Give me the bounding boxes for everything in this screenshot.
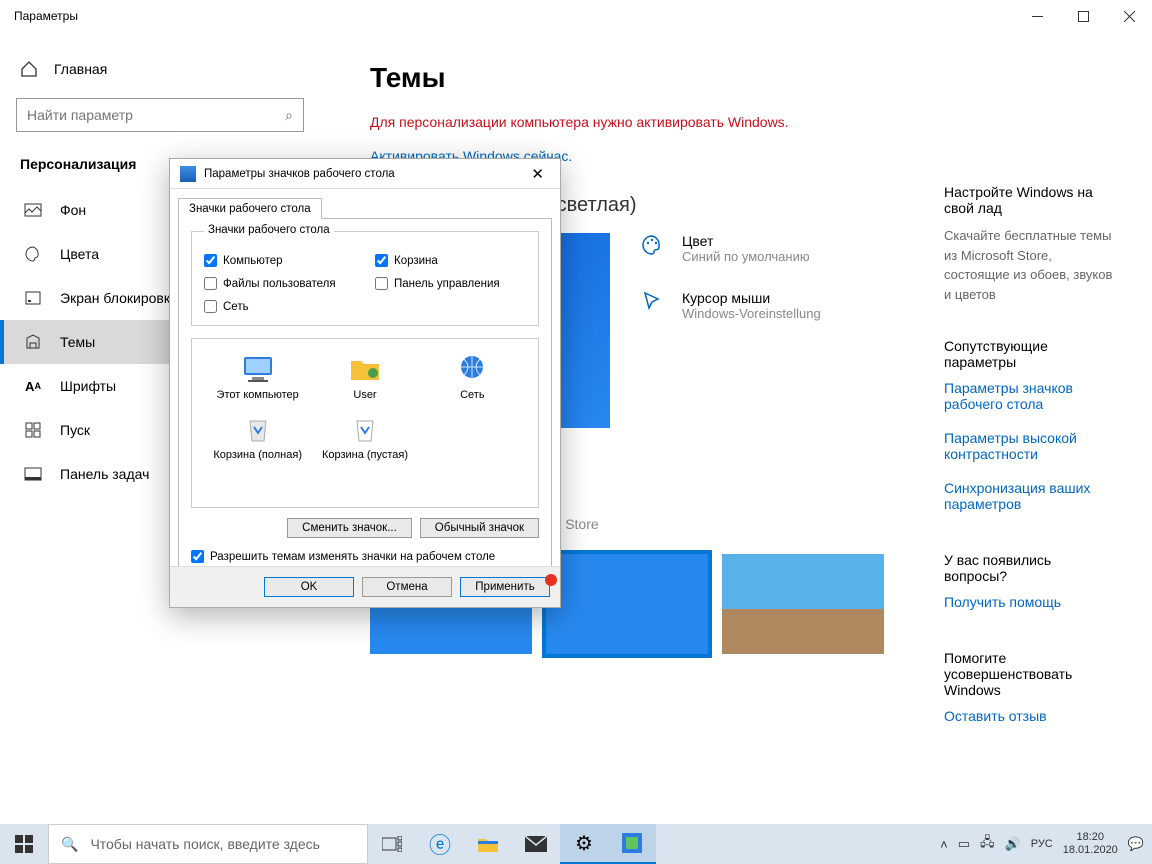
- sidebar-item-label: Пуск: [60, 422, 90, 438]
- window-title: Параметры: [14, 9, 78, 23]
- recycle-empty-icon: [347, 413, 383, 445]
- cursor-label: Курсор мыши: [682, 290, 821, 306]
- allow-themes-check[interactable]: Разрешить темам изменять значки на рабоч…: [191, 550, 539, 563]
- customize-sub: Скачайте бесплатные темы из Microsoft St…: [944, 226, 1116, 304]
- search-icon: 🔍: [61, 836, 78, 853]
- folder-icon: [347, 353, 383, 385]
- sidebar-item-label: Темы: [60, 334, 95, 350]
- home-icon: [20, 60, 38, 78]
- tray-clock[interactable]: 18:20 18.01.2020: [1063, 831, 1118, 857]
- fieldset-legend: Значки рабочего стола: [204, 224, 334, 236]
- color-label: Цвет: [682, 233, 810, 249]
- theme-thumb[interactable]: [722, 554, 884, 654]
- sidebar-item-label: Панель задач: [60, 466, 149, 482]
- desktop-icons-dialog: Параметры значков рабочего стола ✕ Значк…: [169, 158, 561, 608]
- system-tray: ˄ ▭ 🖧 🔊 РУС 18:20 18.01.2020 💬: [940, 831, 1152, 857]
- cancel-button[interactable]: Отмена: [362, 577, 452, 597]
- themes-icon: [24, 333, 42, 351]
- dialog-title-icon: [180, 166, 196, 182]
- windows-icon: [15, 835, 33, 853]
- activation-warning: Для персонализации компьютера нужно акти…: [370, 114, 1116, 130]
- sidebar-item-label: Шрифты: [60, 378, 116, 394]
- tray-chevron-icon[interactable]: ˄: [940, 837, 948, 852]
- taskbar-icon: [24, 465, 42, 483]
- volume-icon[interactable]: 🔊: [1005, 836, 1021, 852]
- cursor-setting[interactable]: Курсор мышиWindows-Voreinstellung: [640, 290, 821, 321]
- sidebar-item-label: Цвета: [60, 246, 99, 262]
- taskbar-search-placeholder: Чтобы начать поиск, введите здесь: [90, 836, 320, 852]
- lockscreen-icon: [24, 289, 42, 307]
- check-network[interactable]: Сеть: [204, 300, 355, 313]
- background-icon: [24, 201, 42, 219]
- theme-thumb-selected[interactable]: [546, 554, 708, 654]
- apply-button[interactable]: Применить: [460, 577, 550, 597]
- minimize-button[interactable]: [1014, 0, 1060, 32]
- explorer-icon[interactable]: [464, 824, 512, 864]
- dialog-title: Параметры значков рабочего стола: [204, 168, 395, 180]
- right-column: Настройте Windows на свой лад Скачайте б…: [944, 174, 1116, 742]
- network-icon[interactable]: 🖧: [980, 833, 995, 855]
- palette-icon: [24, 245, 42, 263]
- sidebar-item-label: Фон: [60, 202, 86, 218]
- search-input[interactable]: [27, 107, 285, 123]
- computer-icon: [240, 353, 276, 385]
- change-icon-button[interactable]: Сменить значок...: [287, 518, 412, 538]
- color-setting[interactable]: ЦветСиний по умолчанию: [640, 233, 821, 264]
- dialog-tab[interactable]: Значки рабочего стола: [178, 198, 322, 219]
- battery-icon[interactable]: ▭: [958, 836, 970, 852]
- sidebar-item-label: Экран блокировки: [60, 290, 178, 306]
- icon-recycle-full[interactable]: Корзина (полная): [204, 413, 311, 461]
- icon-recycle-empty[interactable]: Корзина (пустая): [311, 413, 418, 461]
- taskbar: 🔍 Чтобы начать поиск, введите здесь ⓔ ⚙ …: [0, 824, 1152, 864]
- feedback-link[interactable]: Оставить отзыв: [944, 708, 1116, 724]
- related-link[interactable]: Параметры значков рабочего стола: [944, 380, 1116, 412]
- close-button[interactable]: [1106, 0, 1152, 32]
- related-heading: Сопутствующие параметры: [944, 338, 1116, 370]
- titlebar: Параметры: [0, 0, 1152, 32]
- check-cpanel[interactable]: Панель управления: [375, 277, 526, 290]
- icon-user[interactable]: User: [311, 353, 418, 401]
- recycle-full-icon: [240, 413, 276, 445]
- palette-icon: [640, 233, 664, 257]
- app-task-icon[interactable]: [608, 824, 656, 864]
- home-label: Главная: [54, 61, 107, 77]
- search-box[interactable]: ⌕: [16, 98, 304, 132]
- dialog-titlebar: Параметры значков рабочего стола ✕: [170, 159, 560, 189]
- default-icon-button[interactable]: Обычный значок: [420, 518, 539, 538]
- related-link[interactable]: Параметры высокой контрастности: [944, 430, 1116, 462]
- globe-icon: [454, 353, 490, 385]
- cursor-value: Windows-Voreinstellung: [682, 306, 821, 321]
- icon-preview-box: Этот компьютер User Сеть Корзина (полная…: [191, 338, 539, 508]
- task-view-button[interactable]: [368, 824, 416, 864]
- tray-lang[interactable]: РУС: [1031, 838, 1053, 850]
- mail-icon[interactable]: [512, 824, 560, 864]
- maximize-button[interactable]: [1060, 0, 1106, 32]
- ok-button[interactable]: OK: [264, 577, 354, 597]
- search-icon: ⌕: [285, 107, 293, 124]
- start-icon: [24, 421, 42, 439]
- home-button[interactable]: Главная: [0, 60, 320, 98]
- page-title: Темы: [370, 62, 1116, 94]
- check-recycle[interactable]: Корзина: [375, 254, 526, 267]
- related-link[interactable]: Синхронизация ваших параметров: [944, 480, 1116, 512]
- help-link[interactable]: Получить помощь: [944, 594, 1116, 610]
- taskbar-search[interactable]: 🔍 Чтобы начать поиск, введите здесь: [48, 824, 368, 864]
- current-theme-name: (светлая): [550, 194, 884, 217]
- check-computer[interactable]: Компьютер: [204, 254, 355, 267]
- apply-indicator-icon: [545, 574, 557, 586]
- feedback-heading: Помогите усовершенствовать Windows: [944, 650, 1116, 698]
- edge-icon[interactable]: ⓔ: [416, 824, 464, 864]
- settings-task-icon[interactable]: ⚙: [560, 824, 608, 864]
- start-button[interactable]: [0, 824, 48, 864]
- color-value: Синий по умолчанию: [682, 249, 810, 264]
- fonts-icon: AA: [24, 377, 42, 395]
- icon-network[interactable]: Сеть: [419, 353, 526, 401]
- check-userfiles[interactable]: Файлы пользователя: [204, 277, 355, 290]
- dialog-close-button[interactable]: ✕: [525, 165, 550, 183]
- cursor-icon: [640, 290, 664, 314]
- notifications-icon[interactable]: 💬: [1128, 836, 1144, 852]
- icon-this-pc[interactable]: Этот компьютер: [204, 353, 311, 401]
- questions-heading: У вас появились вопросы?: [944, 552, 1116, 584]
- customize-heading: Настройте Windows на свой лад: [944, 184, 1116, 216]
